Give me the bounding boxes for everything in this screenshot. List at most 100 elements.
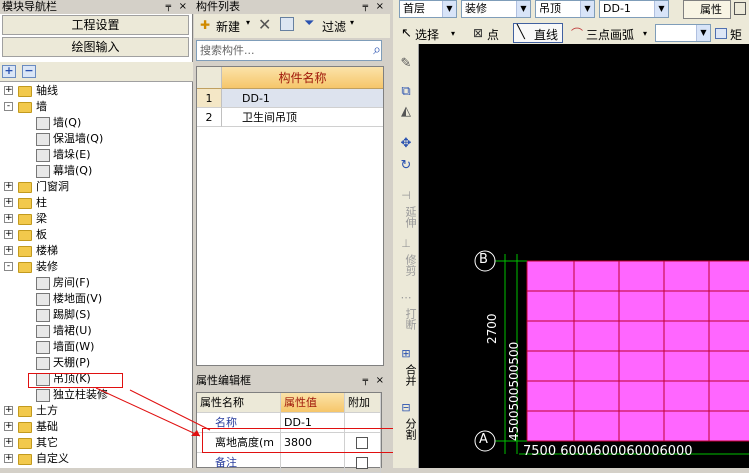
expand-icon[interactable]: + <box>4 182 13 191</box>
collapse-all-icon[interactable]: − <box>22 65 36 78</box>
component-icon <box>36 324 50 338</box>
arc-button[interactable]: 三点画弧 <box>586 26 634 43</box>
drawing-input-button[interactable]: 绘图输入 <box>2 37 189 57</box>
pin-icon[interactable]: ╤ <box>363 0 368 14</box>
close-icon[interactable]: × <box>179 0 187 14</box>
copy-icon[interactable] <box>280 17 294 31</box>
subtype-select[interactable]: 吊顶 ▼ <box>535 0 595 18</box>
new-dropdown-icon[interactable]: ▾ <box>246 18 250 27</box>
delete-icon[interactable]: ✕ <box>258 15 271 34</box>
close-icon[interactable]: × <box>376 0 384 14</box>
extra-checkbox[interactable] <box>356 457 368 469</box>
search-input[interactable]: 搜索构件... <box>196 40 382 61</box>
pin-icon[interactable]: ╤ <box>166 0 171 14</box>
component-icon <box>36 164 50 178</box>
tree-item[interactable]: 天棚(P) <box>36 355 90 371</box>
item-select[interactable]: DD-1 ▼ <box>599 0 669 18</box>
table-row[interactable]: DD-1 <box>222 89 383 108</box>
tree-item[interactable]: 幕墙(Q) <box>36 163 92 179</box>
tree-item[interactable]: 墙(Q) <box>36 115 81 131</box>
component-grid: 构件名称 1 DD-1 2 卫生间吊顶 <box>196 66 384 366</box>
floor-select[interactable]: 首层 ▼ <box>399 0 457 18</box>
nav-title-bar: 模块导航栏 ╤ × <box>0 0 193 14</box>
component-icon <box>36 308 50 322</box>
tree-item[interactable]: 房间(F) <box>36 275 90 291</box>
merge-button[interactable]: 合并 <box>396 362 417 388</box>
expand-icon[interactable]: + <box>4 454 13 463</box>
type-value: 装修 <box>465 2 487 15</box>
folder-icon <box>18 453 32 465</box>
break-button[interactable]: 打断 <box>396 306 417 332</box>
tree-item-label: 装修 <box>36 260 58 273</box>
grid-icon[interactable] <box>734 2 746 15</box>
expand-icon[interactable]: + <box>4 86 13 95</box>
component-tree: + 轴线 - 墙墙(Q) 保温墙(Q) 墙垛(E) 幕墙(Q) + 门窗洞 + 柱 + 梁 + 板 + 楼梯 - 装… <box>0 82 190 468</box>
expand-icon[interactable]: + <box>4 246 13 255</box>
folder-icon <box>18 197 32 209</box>
component-icon <box>36 116 50 130</box>
chevron-down-icon: ▼ <box>696 25 710 41</box>
tree-item[interactable]: 踢脚(S) <box>36 307 91 323</box>
point-button[interactable]: 点 <box>487 26 499 43</box>
chevron-down-icon[interactable]: ▾ <box>451 29 455 38</box>
comp-title: 构件列表 <box>196 0 240 13</box>
project-settings-button[interactable]: 工程设置 <box>2 15 189 35</box>
tree-item[interactable]: 独立柱装修 <box>36 387 108 403</box>
component-icon <box>36 292 50 306</box>
tree-item-label: 房间(F) <box>53 276 90 289</box>
rect-button[interactable]: 矩 <box>730 26 742 43</box>
chevron-down-icon: ▼ <box>442 1 456 17</box>
attribute-button[interactable]: 属性 <box>683 0 731 19</box>
collapse-icon[interactable]: - <box>4 102 13 111</box>
mirror-icon[interactable]: ◭ <box>396 105 416 118</box>
chevron-down-icon: ▼ <box>654 1 668 17</box>
trim-button[interactable]: 修剪 <box>396 252 417 278</box>
chevron-down-icon[interactable]: ▾ <box>643 29 647 38</box>
table-row[interactable]: 卫生间吊顶 <box>222 108 383 127</box>
folder-icon <box>18 213 32 225</box>
tree-item[interactable]: 墙裙(U) <box>36 323 92 339</box>
copy-shape-icon[interactable]: ⧉ <box>396 85 416 98</box>
filter-dropdown-icon[interactable]: ▾ <box>350 18 354 27</box>
tree-highlight-box <box>28 373 123 388</box>
filter-button[interactable]: 过滤 <box>322 18 346 35</box>
expand-icon[interactable]: + <box>4 406 13 415</box>
select-button[interactable]: 选择 <box>415 26 439 43</box>
pin-icon[interactable]: ╤ <box>363 374 368 388</box>
extend-icon: ⊣ <box>401 189 411 202</box>
new-icon: ✚ <box>200 18 211 32</box>
expand-all-icon[interactable]: + <box>2 65 16 78</box>
move-icon[interactable]: ✥ <box>396 137 416 150</box>
type-select[interactable]: 装修 ▼ <box>461 0 531 18</box>
tree-item[interactable]: 墙面(W) <box>36 339 94 355</box>
rotate-icon[interactable]: ↻ <box>396 159 416 172</box>
col-header-name[interactable]: 构件名称 <box>222 67 383 89</box>
expand-icon[interactable]: + <box>4 422 13 431</box>
extend-button[interactable]: 延伸 <box>396 204 417 230</box>
expand-icon[interactable]: + <box>4 198 13 207</box>
tree-item[interactable]: 保温墙(Q) <box>36 131 103 147</box>
expand-icon[interactable]: + <box>4 230 13 239</box>
collapse-icon[interactable]: - <box>4 262 13 271</box>
tree-item[interactable]: 楼地面(V) <box>36 291 102 307</box>
expand-icon[interactable]: + <box>4 214 13 223</box>
close-icon[interactable]: × <box>376 374 384 388</box>
grid-corner <box>197 67 222 89</box>
brush-icon[interactable]: ✎ <box>396 57 416 70</box>
tree-toolbar: + − <box>0 62 193 82</box>
new-button[interactable]: 新建 <box>216 18 240 35</box>
split-button[interactable]: 分割 <box>396 416 417 442</box>
tree-item-label: 幕墙(Q) <box>53 164 93 177</box>
chevron-down-icon: ▼ <box>580 1 594 17</box>
expand-icon[interactable]: + <box>4 438 13 447</box>
line-button[interactable]: ╲ 直线 <box>513 23 563 43</box>
search-icon[interactable]: ⌕ <box>366 40 388 61</box>
arc-mode-select[interactable]: ▼ <box>655 24 711 42</box>
filter-icon: ⏷ <box>304 16 315 31</box>
comp-title-bar: 构件列表 ╤ × <box>194 0 390 14</box>
folder-icon <box>18 229 32 241</box>
prop-value-cell[interactable] <box>281 453 345 473</box>
comp-toolbar: ✚ 新建 ▾ ✕ ⏷ 过滤 ▾ <box>194 14 390 38</box>
drawing-canvas[interactable]: B A 2700 4500500500500 7500 600060006000… <box>419 44 749 468</box>
tree-item[interactable]: 墙垛(E) <box>36 147 91 163</box>
